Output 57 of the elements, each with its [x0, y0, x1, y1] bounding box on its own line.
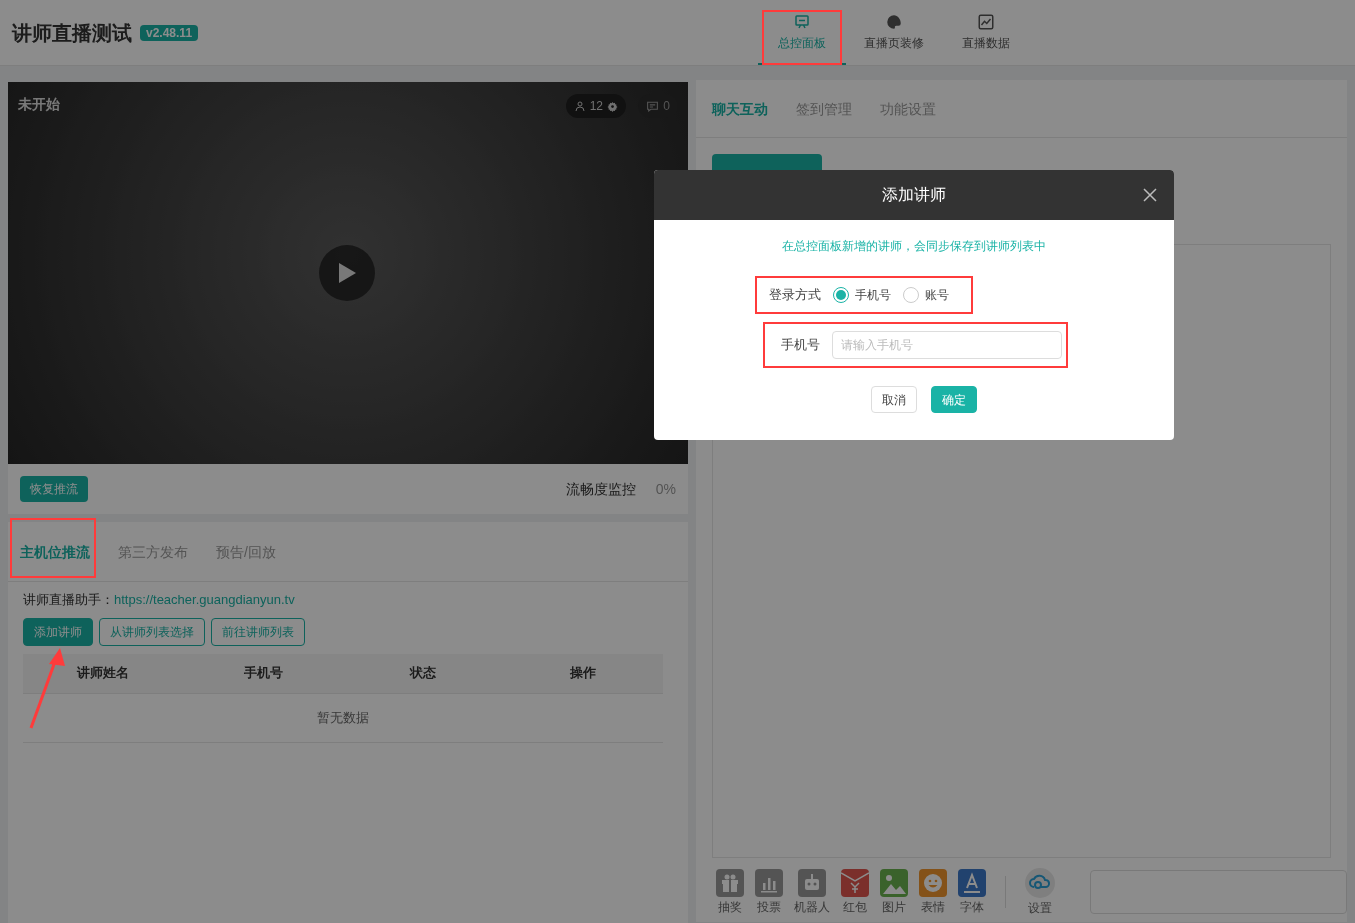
chat-tool-button[interactable]: 红包 [841, 869, 869, 915]
comment-number: 0 [663, 98, 670, 114]
chat-tool-button[interactable]: 机器人 [794, 869, 830, 915]
stream-tab[interactable]: 主机位推流 [20, 541, 90, 562]
phone-label: 手机号 [781, 336, 820, 355]
gear-icon [607, 100, 618, 112]
column-header: 手机号 [243, 664, 283, 683]
user-icon [573, 100, 586, 112]
chat-tool-button[interactable]: 图片 [880, 869, 908, 915]
radio-option[interactable]: 账号 [903, 287, 949, 303]
bar-chart-icon [755, 869, 783, 897]
teacher-button[interactable]: 添加讲师 [23, 617, 93, 646]
teacher-button[interactable]: 前往讲师列表 [211, 617, 305, 646]
comment-icon [646, 99, 660, 113]
chat-tool-button[interactable]: 表情 [919, 869, 947, 915]
chat-tool-button[interactable]: 字体 [958, 869, 986, 915]
chat-tool-button[interactable]: 投票 [755, 869, 783, 915]
gift-icon [716, 869, 744, 897]
empty-table-text: 暂无数据 [317, 708, 369, 727]
radio-option[interactable]: 手机号 [833, 287, 891, 303]
column-header: 操作 [570, 664, 596, 683]
live-status: 未开始 [18, 95, 60, 114]
assistant-label: 讲师直播助手： [23, 591, 114, 609]
monitor-icon [793, 12, 812, 31]
phone-input[interactable]: 请输入手机号 [832, 331, 1062, 359]
page-title: 讲师直播测试 [12, 20, 132, 46]
monitor-label: 流畅度监控 [565, 480, 636, 499]
chat-tab[interactable]: 聊天互动 [712, 98, 768, 119]
version-badge: v2.48.11 [140, 24, 199, 41]
resume-stream-button[interactable]: 恢复推流 [20, 476, 88, 502]
robot-icon [798, 869, 826, 897]
palette-icon [885, 12, 904, 31]
font-icon [958, 869, 986, 897]
play-icon [336, 261, 358, 285]
nav-tab[interactable]: 总控面板 [758, 0, 847, 65]
dialog-title: 添加讲师 [882, 185, 946, 205]
dialog-notice: 在总控面板新增的讲师，会同步保存到讲师列表中 [781, 238, 1047, 254]
column-header: 状态 [410, 664, 436, 683]
nav-tab[interactable]: 直播数据 [942, 0, 1031, 65]
close-button[interactable] [1142, 187, 1158, 203]
dialog-button[interactable]: 确定 [931, 386, 977, 413]
cloud-icon [1025, 868, 1055, 898]
teacher-button[interactable]: 从讲师列表选择 [99, 617, 205, 646]
chat-tool-button[interactable]: 抽奖 [716, 869, 744, 915]
play-button[interactable] [319, 245, 375, 301]
close-icon [1142, 187, 1158, 203]
chart-icon [977, 12, 996, 31]
nav-tab[interactable]: 直播页装修 [850, 0, 939, 65]
dialog-button[interactable]: 取消 [871, 386, 917, 413]
column-header: 讲师姓名 [77, 664, 129, 683]
envelope-icon [841, 869, 869, 897]
viewer-number: 12 [589, 98, 603, 114]
smile-icon [919, 869, 947, 897]
image-icon [880, 869, 908, 897]
login-method-label: 登录方式 [769, 286, 821, 305]
chat-tool-button[interactable]: 设置 [1025, 868, 1055, 916]
assistant-link[interactable]: https://teacher.guangdianyun.tv [114, 590, 295, 610]
